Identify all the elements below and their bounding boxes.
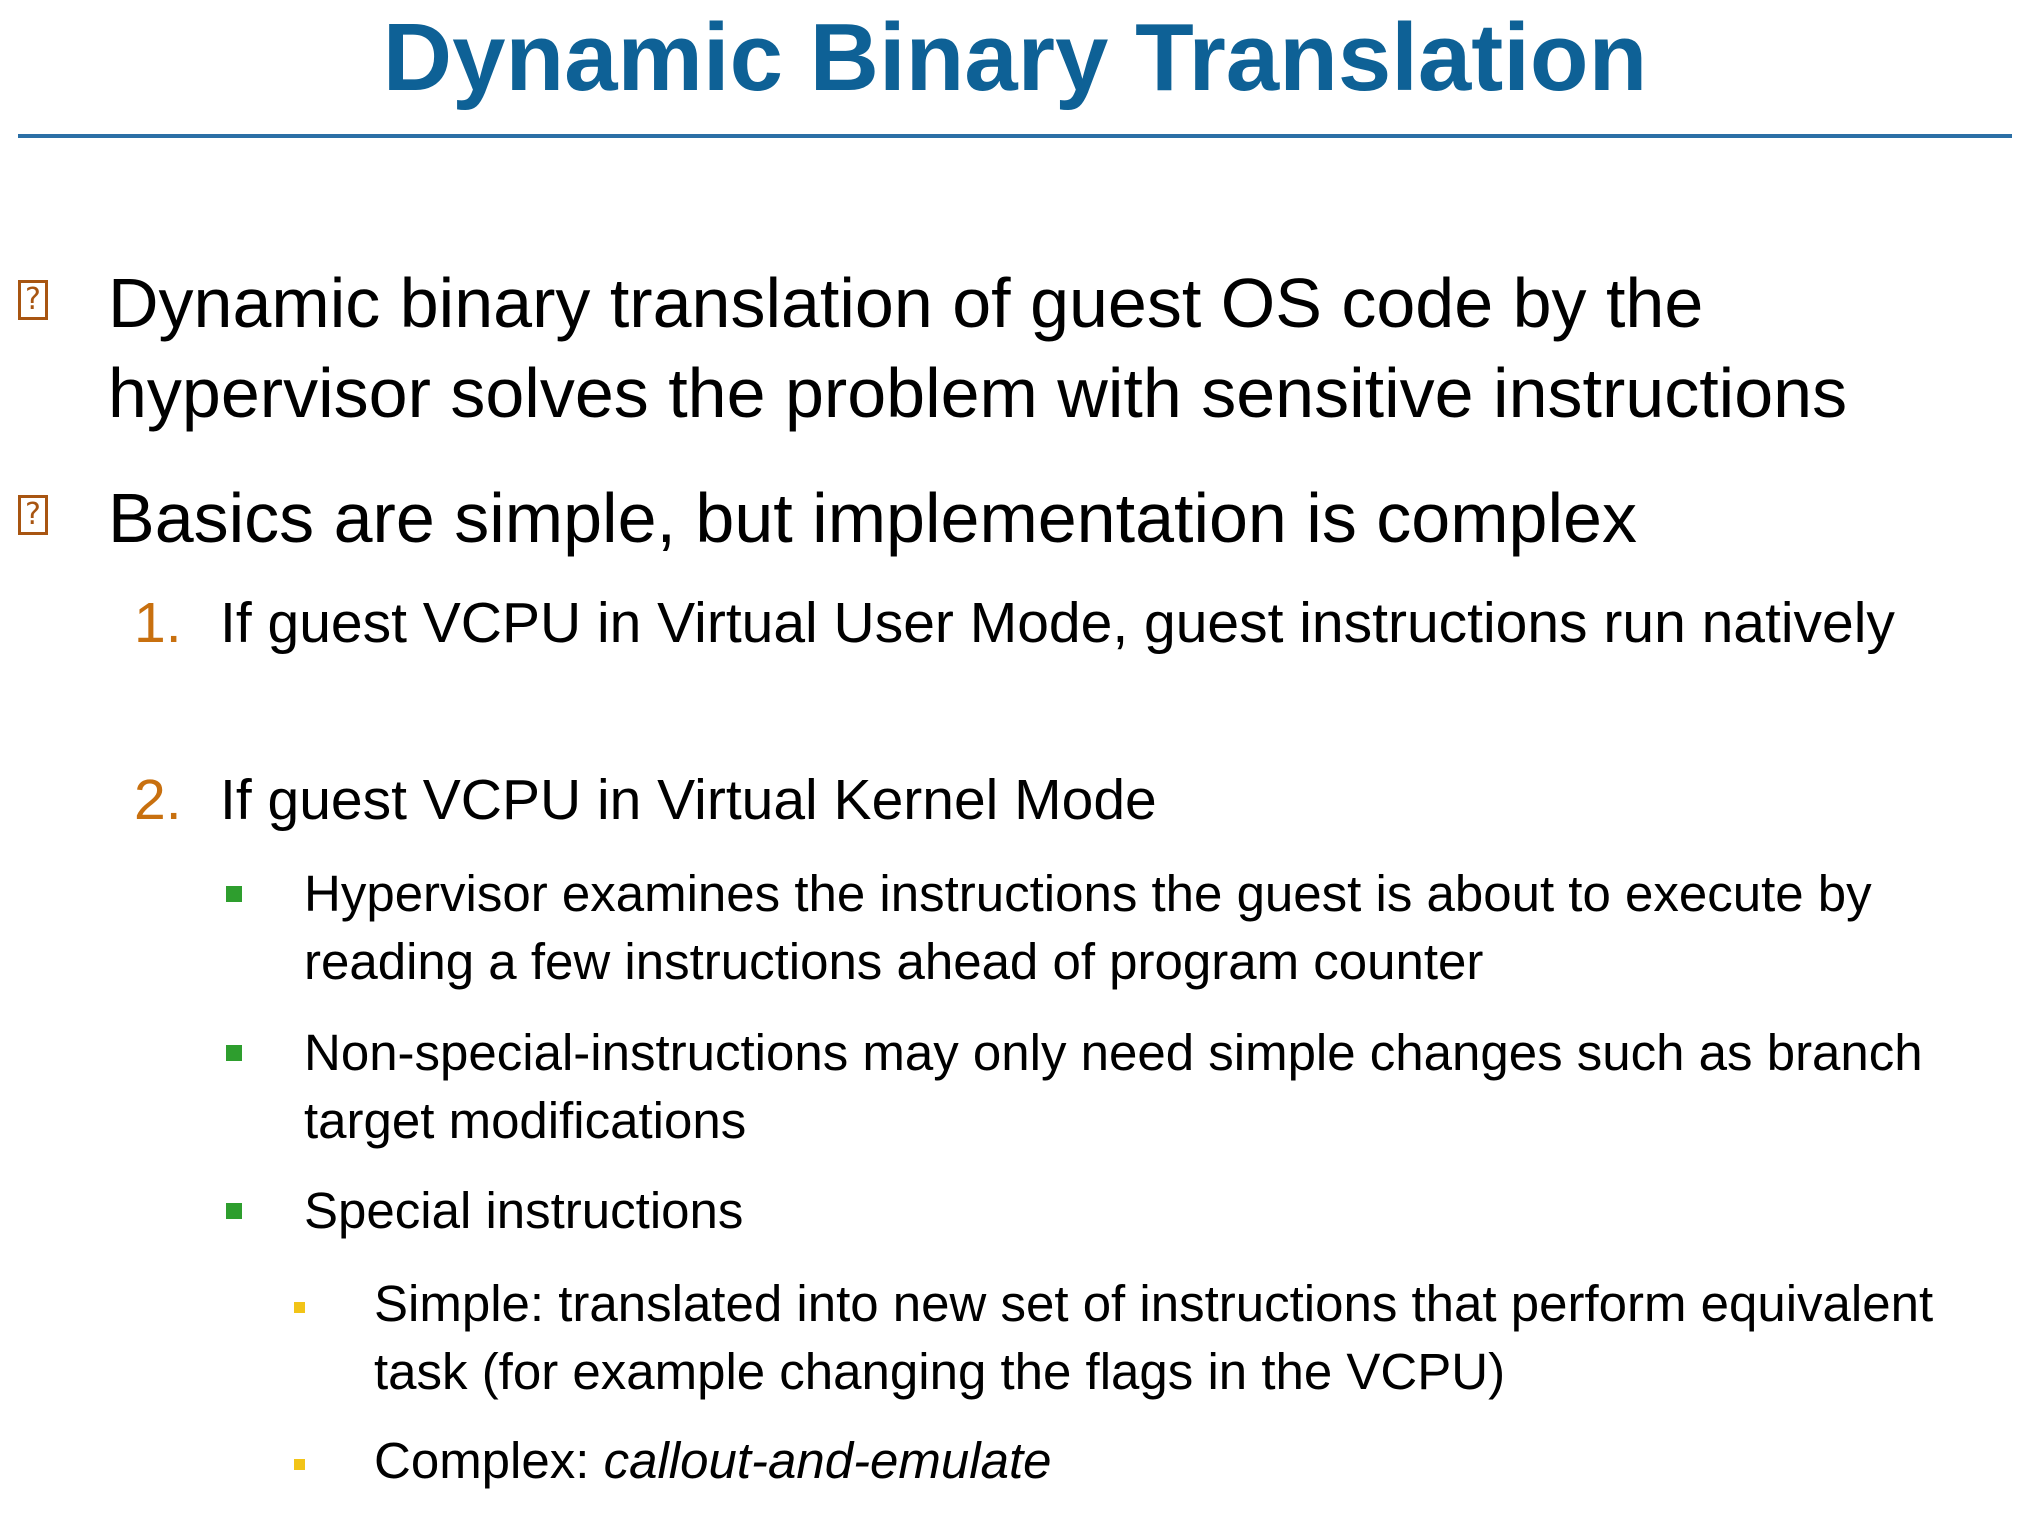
numbered-item-text: If guest VCPU in Virtual User Mode, gues… xyxy=(220,591,1895,655)
missing-glyph-box-icon: ? xyxy=(18,280,48,320)
sub-sub-bullet-text: Complex: callout-and-emulate xyxy=(374,1427,2004,1495)
sub-bullet-text: Hypervisor examines the instructions the… xyxy=(304,865,1872,990)
green-square-bullet-icon xyxy=(226,886,242,902)
green-square-bullet-icon xyxy=(226,1045,242,1061)
sub-bullet-text: Non-special-instructions may only need s… xyxy=(304,1024,1923,1149)
sub-bullet-text: Special instructions xyxy=(304,1182,744,1239)
list-number: 1. xyxy=(134,591,182,655)
yellow-square-bullet-icon xyxy=(294,1302,305,1313)
missing-glyph-box-icon: ? xyxy=(18,495,48,535)
green-square-bullet-icon xyxy=(226,1203,242,1219)
yellow-square-bullet-icon xyxy=(294,1459,305,1470)
bullet-text: Dynamic binary translation of guest OS c… xyxy=(108,264,1848,432)
callout-and-emulate-emphasis: callout-and-emulate xyxy=(603,1432,1052,1489)
numbered-item-text: If guest VCPU in Virtual Kernel Mode xyxy=(220,768,1157,832)
bullet-text: Basics are simple, but implementation is… xyxy=(108,479,1637,557)
complex-label: Complex: xyxy=(374,1432,604,1489)
slide-title: Dynamic Binary Translation xyxy=(382,4,1648,111)
title-divider xyxy=(18,134,2012,138)
sub-sub-bullet-text: Simple: translated into new set of instr… xyxy=(374,1275,1934,1400)
list-number: 2. xyxy=(134,768,182,832)
